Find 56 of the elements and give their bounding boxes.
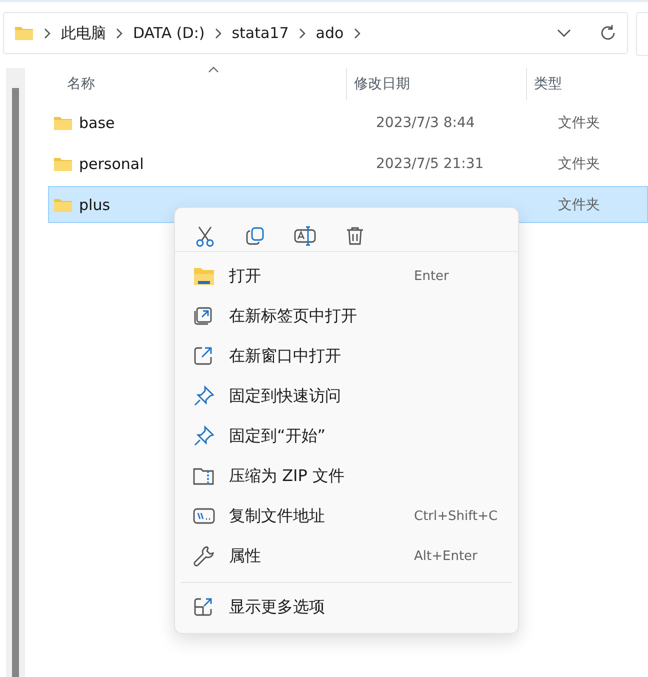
path-icon	[193, 507, 215, 525]
file-name: personal	[79, 154, 144, 172]
menu-item[interactable]: 属性 Alt+Enter	[181, 536, 512, 576]
scrollbar[interactable]	[6, 68, 24, 677]
copy-icon	[245, 226, 265, 246]
chevron-icon	[298, 28, 306, 38]
type-cell-text: 文件夹	[557, 154, 601, 172]
column-header[interactable]: 名称	[25, 68, 346, 100]
breadcrumb[interactable]: stata17	[232, 24, 289, 42]
menu-item[interactable]: 在新标签页中打开	[181, 296, 512, 336]
chevron-icon	[44, 28, 51, 38]
menu-item[interactable]: 固定到快速访问	[181, 376, 512, 416]
sort-caret-icon	[208, 66, 219, 73]
new-tab-icon	[193, 306, 213, 326]
scissors-icon	[195, 225, 215, 247]
zip-folder-icon	[193, 466, 215, 486]
type-cell-text: 文件夹	[557, 114, 601, 132]
chevron-icon	[354, 28, 361, 38]
type-cell-text: 文件夹	[557, 196, 601, 214]
column-header[interactable]: 修改日期	[346, 68, 526, 100]
breadcrumb[interactable]: ado	[316, 24, 344, 42]
folder-icon	[53, 196, 73, 212]
more-options-icon	[193, 597, 213, 617]
menu-item[interactable]: 固定到“开始”	[181, 416, 512, 456]
shortcut-text: Alt+Enter	[414, 548, 478, 564]
column-header[interactable]: 类型	[526, 68, 648, 100]
wrench-icon	[193, 545, 215, 567]
file-row[interactable]: personal 2023/7/5 21:31 文件夹	[48, 145, 648, 182]
menu-item[interactable]: 在新窗口中打开	[181, 336, 512, 376]
breadcrumb[interactable]: DATA (D:)	[133, 24, 205, 42]
chevron-icon	[116, 28, 123, 38]
chevron-icon	[214, 28, 222, 38]
external-link-icon	[193, 346, 213, 366]
folder-icon	[53, 114, 73, 130]
pin-icon	[193, 425, 215, 447]
date-cell-text: 2023/7/3 8:44	[375, 114, 476, 130]
date-cell-text: 2023/7/5 21:31	[375, 156, 485, 172]
breadcrumb[interactable]: 此电脑	[61, 24, 106, 42]
file-name: base	[79, 114, 115, 132]
trash-icon	[346, 226, 364, 246]
folder-icon	[14, 25, 34, 41]
shortcut-text: Ctrl+Shift+C	[414, 508, 498, 524]
file-row[interactable]: base 2023/7/3 8:44 文件夹	[48, 104, 648, 141]
menu-item[interactable]: 复制文件地址 Ctrl+Shift+C	[181, 496, 512, 536]
dropdown-icon[interactable]	[557, 28, 571, 38]
rename-icon	[294, 226, 316, 246]
file-name: plus	[79, 196, 110, 214]
folder-icon	[193, 266, 215, 286]
pin-icon	[193, 385, 215, 407]
address-bar[interactable]: 此电脑 DATA (D:) stata17 ado	[3, 12, 628, 54]
refresh-icon[interactable]	[599, 24, 617, 42]
menu-item[interactable]: 打开 Enter	[181, 256, 512, 296]
folder-icon	[53, 156, 73, 172]
menu-item[interactable]: 压缩为 ZIP 文件	[181, 456, 512, 496]
menu-item[interactable]: 显示更多选项	[181, 587, 512, 627]
shortcut-text: Enter	[414, 268, 449, 284]
